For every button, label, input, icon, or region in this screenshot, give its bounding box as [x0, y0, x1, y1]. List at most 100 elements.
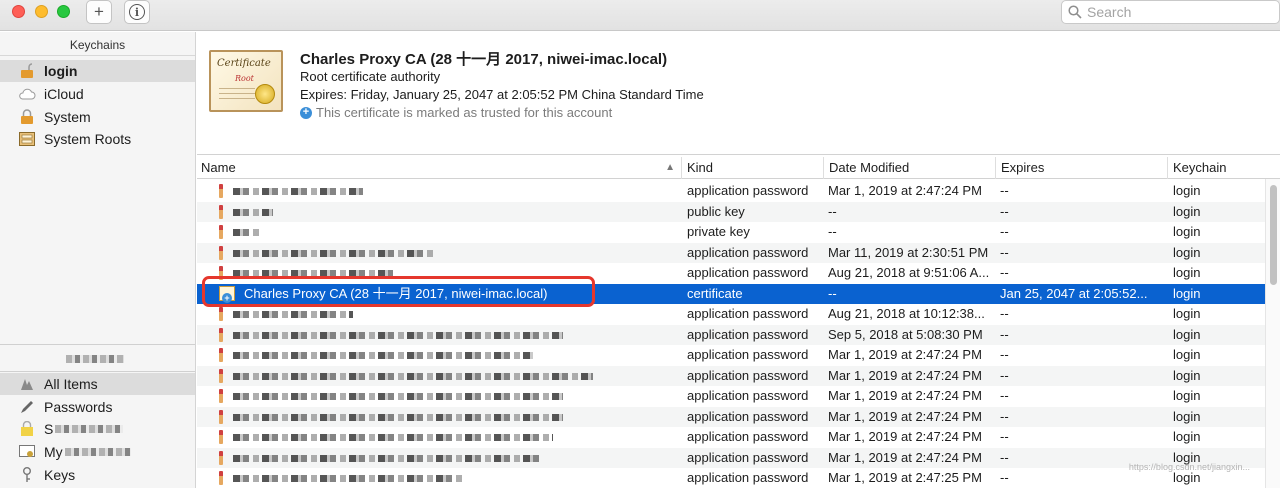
redacted-name: [233, 393, 563, 400]
key-icon: [18, 467, 36, 483]
row-keychain: login: [1173, 224, 1201, 239]
row-kind: application password: [687, 388, 809, 403]
sidebar-item-icloud[interactable]: iCloud: [0, 83, 195, 105]
redacted-name: [233, 413, 563, 421]
items-table: Name ▲ Kind Date Modified Expires Keycha…: [197, 157, 1280, 488]
redacted-name: [233, 249, 433, 257]
table-row[interactable]: application password Mar 1, 2019 at 2:47:…: [197, 181, 1265, 202]
row-kind: application password: [687, 347, 809, 362]
row-date-modified: Aug 21, 2018 at 10:12:38...: [828, 306, 985, 321]
row-expires: --: [1000, 347, 1009, 362]
row-keychain: login: [1173, 285, 1201, 301]
redacted-name: [233, 475, 463, 482]
category-header-redacted: [66, 355, 124, 363]
row-expires: --: [1000, 326, 1009, 342]
column-header-name[interactable]: Name ▲: [197, 157, 682, 179]
row-keychain: login: [1173, 326, 1201, 342]
add-item-button[interactable]: +: [86, 0, 112, 24]
lock-note-icon: [18, 421, 36, 437]
lock-icon: [18, 109, 36, 125]
certificate-icon: +: [219, 285, 235, 303]
row-kind: application password: [687, 183, 809, 198]
password-item-icon: [219, 348, 223, 362]
redacted-name: [233, 208, 273, 216]
sidebar-item-all-items[interactable]: All Items: [0, 373, 195, 395]
row-keychain: login: [1173, 408, 1201, 424]
sidebar-item-label: All Items: [44, 376, 98, 392]
table-row[interactable]: public key -- -- login: [197, 201, 1265, 222]
search-field[interactable]: Search: [1061, 0, 1280, 24]
table-row[interactable]: application password Mar 1, 2019 at 2:47:…: [197, 468, 1265, 488]
column-header-date-modified[interactable]: Date Modified: [825, 157, 996, 179]
zoom-window-button[interactable]: [57, 5, 70, 18]
certificate-type: Root certificate authority: [300, 69, 441, 84]
row-date-modified: Aug 21, 2018 at 9:51:06 A...: [828, 265, 990, 280]
certificate-expiry: Expires: Friday, January 25, 2047 at 2:0…: [300, 87, 704, 102]
keychains-header: Keychains: [0, 32, 195, 56]
row-kind: private key: [687, 224, 750, 239]
redacted-name: [233, 331, 563, 339]
row-kind: certificate: [687, 285, 743, 301]
sidebar-item-keys[interactable]: Keys: [0, 464, 195, 486]
search-icon: [1068, 5, 1082, 19]
sidebar-item-system-roots[interactable]: System Roots: [0, 128, 195, 150]
table-row[interactable]: application password Mar 1, 2019 at 2:47:…: [197, 406, 1265, 427]
row-kind: application password: [687, 429, 809, 444]
row-date-modified: --: [828, 224, 837, 239]
vertical-scrollbar[interactable]: [1265, 179, 1280, 488]
table-row-selected[interactable]: + Charles Proxy CA (28 十一月 2017, niwei-im…: [197, 275, 1265, 307]
row-kind: application password: [687, 326, 809, 342]
table-row[interactable]: application password Mar 1, 2019 at 2:47:…: [197, 345, 1265, 366]
sidebar-item-secure-notes[interactable]: S: [0, 418, 195, 440]
cloud-icon: [18, 86, 36, 102]
row-keychain: login: [1173, 265, 1201, 280]
row-expires: --: [1000, 306, 1009, 321]
redacted-name: [233, 188, 363, 195]
table-row[interactable]: application password Mar 1, 2019 at 2:47:…: [197, 427, 1265, 448]
sidebar-item-label: Keys: [44, 467, 76, 483]
table-row[interactable]: application password Mar 1, 2019 at 2:47:…: [197, 386, 1265, 407]
seal-icon: [255, 84, 275, 104]
sidebar-item-login[interactable]: login: [0, 60, 195, 82]
row-keychain: login: [1173, 203, 1201, 219]
table-row[interactable]: application password Mar 11, 2019 at 2:30…: [197, 242, 1265, 263]
certificate-icon: [18, 444, 36, 460]
search-placeholder: Search: [1087, 4, 1132, 20]
minimize-window-button[interactable]: [35, 5, 48, 18]
sort-ascending-icon: ▲: [665, 162, 675, 173]
sidebar-item-label: iCloud: [44, 86, 84, 102]
table-row[interactable]: application password Aug 21, 2018 at 9:51…: [197, 263, 1265, 284]
row-expires: Jan 25, 2047 at 2:05:52...: [1000, 285, 1148, 301]
table-row[interactable]: application password Mar 1, 2019 at 2:47:…: [197, 365, 1265, 386]
info-icon: i: [129, 4, 145, 20]
trust-status: + This certificate is marked as trusted …: [300, 105, 612, 120]
row-expires: --: [1000, 367, 1009, 383]
row-kind: application password: [687, 265, 809, 280]
column-header-kind[interactable]: Kind: [683, 157, 824, 179]
row-date-modified: Mar 1, 2019 at 2:47:24 PM: [828, 388, 982, 403]
password-item-icon: [219, 450, 223, 465]
scrollbar-thumb[interactable]: [1270, 185, 1277, 285]
table-header: Name ▲ Kind Date Modified Expires Keycha…: [197, 157, 1280, 179]
row-kind: application password: [687, 470, 809, 485]
sidebar-item-system[interactable]: System: [0, 106, 195, 128]
table-row[interactable]: application password Mar 1, 2019 at 2:47:…: [197, 447, 1265, 468]
get-info-button[interactable]: i: [124, 0, 150, 24]
table-row[interactable]: application password Aug 21, 2018 at 10:1…: [197, 304, 1265, 325]
row-date-modified: Mar 1, 2019 at 2:47:24 PM: [828, 183, 982, 198]
lock-open-icon: [18, 63, 36, 79]
sidebar-item-my-certificates[interactable]: My: [0, 441, 195, 463]
column-header-keychain[interactable]: Keychain: [1169, 157, 1265, 179]
table-row[interactable]: private key -- -- login: [197, 222, 1265, 243]
row-expires: --: [1000, 388, 1009, 403]
redacted-name: [233, 270, 393, 277]
column-header-expires[interactable]: Expires: [997, 157, 1168, 179]
row-expires: --: [1000, 183, 1009, 198]
redacted-name: [233, 352, 533, 359]
table-row[interactable]: application password Sep 5, 2018 at 5:08:…: [197, 324, 1265, 345]
row-expires: --: [1000, 244, 1009, 260]
row-keychain: login: [1173, 306, 1201, 321]
row-keychain: login: [1173, 347, 1201, 362]
close-window-button[interactable]: [12, 5, 25, 18]
sidebar-item-passwords[interactable]: Passwords: [0, 396, 195, 418]
